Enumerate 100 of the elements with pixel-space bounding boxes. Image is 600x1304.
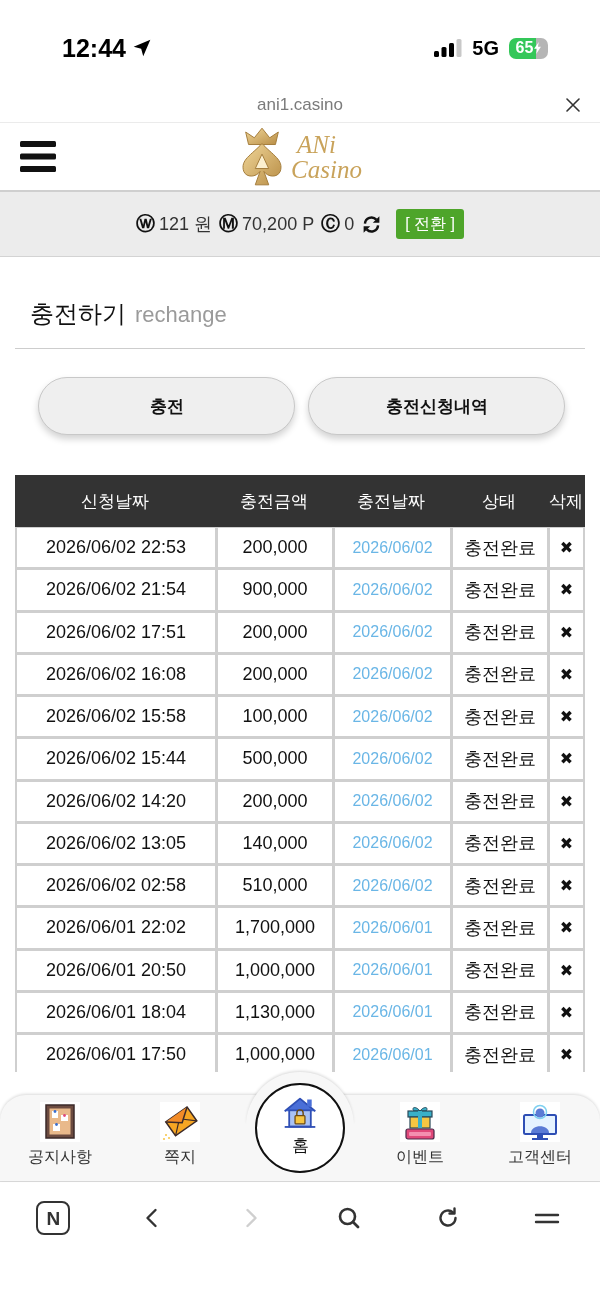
table-cell: 2026/06/01 <box>335 992 450 1032</box>
table-cell: 140,000 <box>218 823 332 863</box>
table-cell: 2026/06/02 22:53 <box>17 528 215 568</box>
table-cell: 100,000 <box>218 697 332 737</box>
table-cell: 충전완료 <box>453 992 547 1032</box>
bolt-icon <box>534 42 542 54</box>
reload-icon <box>436 1206 460 1230</box>
table-cell: 충전완료 <box>453 612 547 652</box>
delete-button[interactable]: ✖ <box>559 876 574 896</box>
page-subtitle: rechange <box>135 302 227 328</box>
url-text: ani1.casino <box>257 95 343 115</box>
table-cell: 510,000 <box>218 866 332 906</box>
table-cell: 900,000 <box>218 570 332 610</box>
search-icon <box>337 1206 362 1230</box>
balance-value: 121 원 <box>159 213 213 236</box>
table-cell: 2026/06/02 <box>335 781 450 821</box>
nav-button[interactable]: 쪽지 <box>160 1102 200 1168</box>
delete-button[interactable]: ✖ <box>559 580 574 600</box>
table-cell: 200,000 <box>218 654 332 694</box>
delete-button[interactable]: ✖ <box>559 707 574 727</box>
table-cell: 2026/06/02 16:08 <box>17 654 215 694</box>
table-cell: 2026/06/02 <box>335 739 450 779</box>
board-icon <box>40 1102 80 1142</box>
table-cell: 충전완료 <box>453 866 547 906</box>
table-cell: 2026/06/01 <box>335 950 450 990</box>
table-cell: 충전완료 <box>453 570 547 610</box>
table-cell: 500,000 <box>218 739 332 779</box>
gift-icon <box>400 1102 440 1142</box>
currency-symbol: Ⓜ <box>219 211 239 236</box>
close-icon[interactable] <box>566 98 580 112</box>
table-cell: 2026/06/01 18:04 <box>17 992 215 1032</box>
table-cell: 1,000,000 <box>218 1035 332 1072</box>
delete-button[interactable]: ✖ <box>559 664 574 684</box>
table-cell: 2026/06/01 22:02 <box>17 908 215 948</box>
delete-button[interactable]: ✖ <box>559 1045 574 1065</box>
nav-button[interactable]: 이벤트 <box>396 1102 444 1168</box>
home-button[interactable]: 홈 <box>255 1083 345 1173</box>
table-cell: 2026/06/02 15:58 <box>17 697 215 737</box>
menu-icon[interactable] <box>20 141 56 172</box>
delete-button[interactable]: ✖ <box>559 749 574 769</box>
nav-button[interactable]: 공지사항 <box>28 1102 92 1168</box>
table-cell: 2026/06/02 21:54 <box>17 570 215 610</box>
table-cell: 200,000 <box>218 528 332 568</box>
table-cell: 2026/06/02 <box>335 570 450 610</box>
table-cell: 2026/06/01 17:50 <box>17 1035 215 1072</box>
n-button[interactable]: N <box>36 1201 71 1235</box>
logo-text: ANi <box>294 131 337 157</box>
table-cell: 충전완료 <box>453 528 547 568</box>
table-cell: 1,000,000 <box>218 950 332 990</box>
column-header: 삭제 <box>549 490 583 513</box>
table-cell: 2026/06/01 20:50 <box>17 950 215 990</box>
delete-button[interactable]: ✖ <box>559 918 574 938</box>
column-header: 신청날짜 <box>81 490 149 513</box>
table-cell: 2026/06/02 17:51 <box>17 612 215 652</box>
table-cell: 1,700,000 <box>218 908 332 948</box>
delete-button[interactable]: ✖ <box>559 1002 574 1022</box>
column-header: 충전날짜 <box>357 490 425 513</box>
table-cell: 충전완료 <box>453 950 547 990</box>
table-cell: 충전완료 <box>453 739 547 779</box>
currency-symbol: ⓦ <box>136 211 156 236</box>
table-cell: 2026/06/02 <box>335 866 450 906</box>
table-cell: 2026/06/02 13:05 <box>17 823 215 863</box>
column-header: 충전금액 <box>239 490 308 513</box>
balance-value: 70,200 P <box>242 213 315 235</box>
delete-button[interactable]: ✖ <box>559 791 574 811</box>
table-cell: 2026/06/01 <box>335 1035 450 1072</box>
battery-percent: 65 <box>515 40 534 56</box>
delete-button[interactable]: ✖ <box>559 538 574 558</box>
network-label: 5G <box>472 38 499 58</box>
table-cell: 충전완료 <box>453 823 547 863</box>
location-arrow-icon <box>131 38 152 58</box>
delete-button[interactable]: ✖ <box>559 622 574 642</box>
table-cell: 2026/06/02 <box>335 697 450 737</box>
table-cell: 2026/06/02 <box>335 612 450 652</box>
delete-button[interactable]: ✖ <box>559 960 574 980</box>
table-cell: 충전완료 <box>453 654 547 694</box>
table-cell: 1,130,000 <box>218 992 332 1032</box>
table-cell: 충전완료 <box>453 697 547 737</box>
table-cell: 2026/06/02 15:44 <box>17 739 215 779</box>
charge-button[interactable]: 충전 <box>38 377 295 435</box>
table-cell: 200,000 <box>218 781 332 821</box>
clock-time: 12:44 <box>62 35 126 61</box>
table-cell: 200,000 <box>218 612 332 652</box>
page-title: 충전하기 <box>30 301 126 327</box>
charge-history-button[interactable]: 충전신청내역 <box>308 377 565 435</box>
delete-button[interactable]: ✖ <box>559 833 574 853</box>
table-cell: 충전완료 <box>453 781 547 821</box>
table-cell: 2026/06/02 <box>335 528 450 568</box>
person-monitor-icon <box>520 1102 560 1142</box>
table-cell: 2026/06/02 02:58 <box>17 866 215 906</box>
table-cell: 2026/06/02 <box>335 654 450 694</box>
nav-button[interactable]: 고객센터 <box>508 1102 572 1168</box>
house-icon <box>282 1095 318 1131</box>
column-header: 상태 <box>481 490 516 513</box>
table-cell: 충전완료 <box>453 908 547 948</box>
table-cell: 충전완료 <box>453 1035 547 1072</box>
table-cell: 2026/06/01 <box>335 908 450 948</box>
table-cell: 2026/06/02 14:20 <box>17 781 215 821</box>
balance-value: 0 <box>344 213 355 235</box>
signal-icon <box>434 39 463 57</box>
